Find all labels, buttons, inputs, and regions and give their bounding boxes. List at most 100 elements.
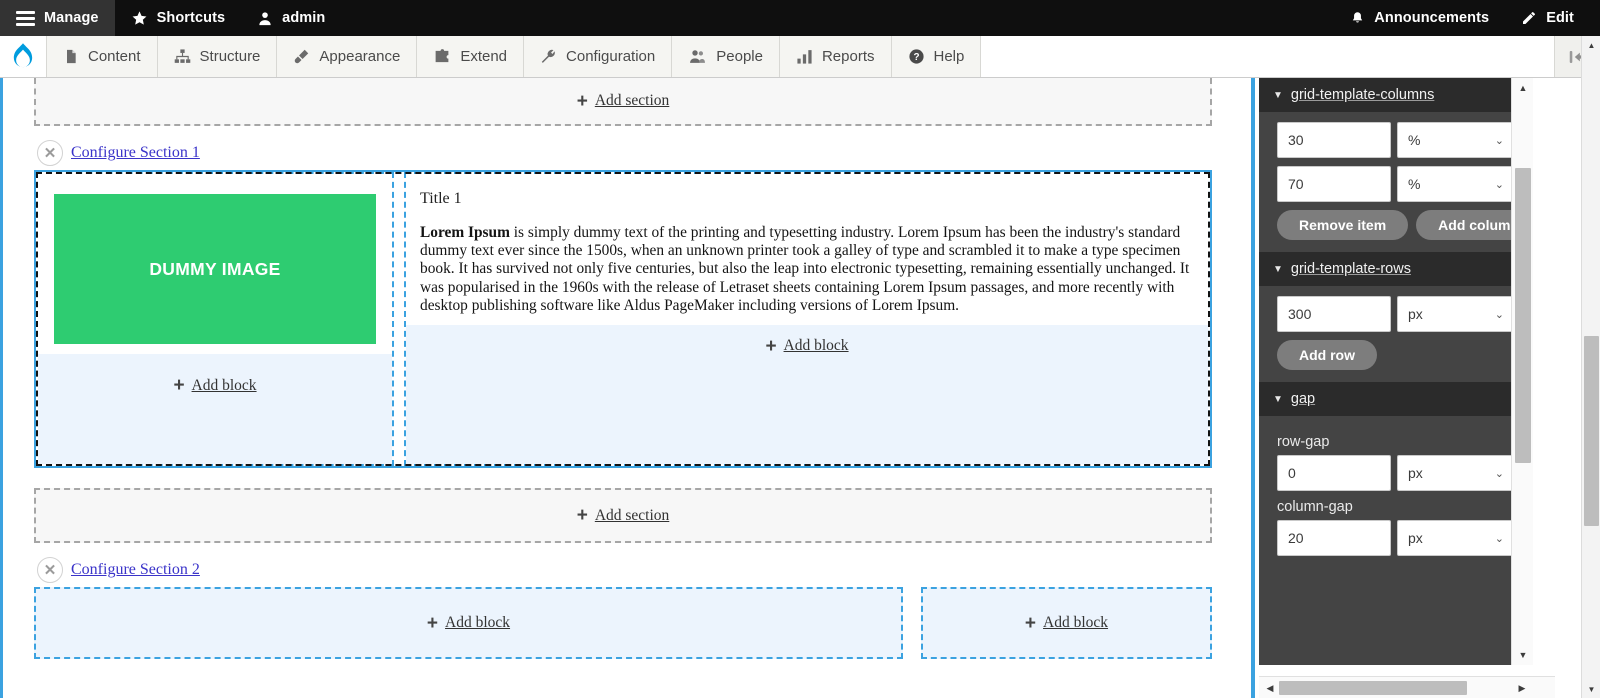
page-scroll-up-arrow-icon[interactable]: ▲	[1582, 36, 1600, 54]
text-block-rest: is simply dummy text of the printing and…	[420, 224, 1189, 314]
puzzle-icon	[433, 48, 451, 65]
column-gap-unit-select[interactable]: px ⌄	[1397, 520, 1515, 556]
add-section-row-0[interactable]: + Add section	[34, 78, 1212, 126]
offcanvas-hscroll-thumb[interactable]	[1279, 681, 1467, 695]
add-section-link-1[interactable]: + Add section	[577, 506, 670, 525]
menu-item-content[interactable]: Content	[46, 36, 157, 77]
menu-item-appearance-label: Appearance	[319, 48, 400, 65]
group-title-gap: gap	[1291, 391, 1315, 407]
toolbar-shortcuts-button[interactable]: Shortcuts	[115, 0, 242, 36]
row-gap-unit-value: px	[1408, 465, 1423, 481]
rows-value-input-0[interactable]	[1277, 296, 1391, 332]
columns-value-input-0[interactable]	[1277, 122, 1391, 158]
paintbrush-icon	[293, 48, 310, 65]
menu-tray-filler	[980, 36, 1554, 77]
add-section-link-0[interactable]: + Add section	[577, 92, 670, 111]
add-section-row-1[interactable]: + Add section	[34, 488, 1212, 543]
page-vertical-scrollbar[interactable]: ▲ ▼	[1581, 36, 1600, 698]
offcanvas-vertical-scrollbar[interactable]: ▲ ▼	[1511, 78, 1533, 665]
configure-section-1-link[interactable]: Configure Section 1	[71, 144, 200, 162]
toolbar-manage-button[interactable]: Manage	[0, 0, 115, 36]
group-header-grid-template-rows[interactable]: ▼ grid-template-rows	[1259, 252, 1533, 286]
plus-icon: +	[577, 92, 588, 111]
toolbar-right-group: Announcements Edit	[1334, 0, 1600, 36]
plus-icon: +	[765, 337, 776, 356]
section-1-region-first[interactable]: DUMMY IMAGE + Add block	[36, 172, 394, 466]
section-1[interactable]: DUMMY IMAGE + Add block Title 1 Lorem Ip…	[34, 170, 1212, 468]
menu-item-extend[interactable]: Extend	[416, 36, 523, 77]
rows-unit-select-0[interactable]: px ⌄	[1397, 296, 1515, 332]
pencil-icon	[1521, 10, 1537, 26]
add-block-link-s2-second[interactable]: + Add block	[1025, 614, 1108, 633]
menu-item-reports-label: Reports	[822, 48, 875, 65]
rows-button-row: Add row	[1277, 340, 1515, 370]
toolbar-edit-button[interactable]: Edit	[1505, 0, 1600, 36]
menu-item-configuration[interactable]: Configuration	[523, 36, 671, 77]
section-1-region-first-body: DUMMY IMAGE	[38, 174, 392, 354]
section-1-region-second[interactable]: Title 1 Lorem Ipsum is simply dummy text…	[404, 172, 1210, 466]
text-block-body: Lorem Ipsum is simply dummy text of the …	[420, 224, 1194, 315]
section-2[interactable]: + Add block + Add block	[34, 587, 1212, 659]
caret-down-icon: ▼	[1273, 264, 1283, 275]
section-2-region-second[interactable]: + Add block	[921, 587, 1212, 659]
rows-row-0: px ⌄	[1277, 296, 1515, 332]
toolbar-announcements-label: Announcements	[1374, 10, 1489, 26]
toolbar-user-button[interactable]: admin	[241, 0, 341, 36]
drupal-logo[interactable]	[0, 36, 46, 77]
user-icon	[257, 10, 273, 27]
configure-section-2-link[interactable]: Configure Section 2	[71, 561, 200, 579]
menu-item-extend-label: Extend	[460, 48, 507, 65]
plus-icon: +	[427, 614, 438, 633]
question-circle-icon: ?	[908, 48, 925, 65]
columns-button-row: Remove item Add column	[1277, 210, 1515, 240]
menu-item-help[interactable]: ? Help	[891, 36, 981, 77]
add-row-button[interactable]: Add row	[1277, 340, 1377, 370]
column-gap-row: px ⌄	[1277, 520, 1515, 556]
svg-text:?: ?	[913, 52, 919, 63]
scroll-down-arrow-icon[interactable]: ▼	[1512, 645, 1533, 665]
columns-unit-select-1[interactable]: % ⌄	[1397, 166, 1515, 202]
sitemap-icon	[174, 48, 191, 65]
offcanvas-vscroll-thumb[interactable]	[1515, 168, 1531, 463]
add-block-link-s1-first[interactable]: + Add block	[173, 376, 256, 395]
menu-item-reports[interactable]: Reports	[779, 36, 891, 77]
page-scroll-down-arrow-icon[interactable]: ▼	[1582, 680, 1600, 698]
group-header-grid-template-columns[interactable]: ▼ grid-template-columns	[1259, 78, 1533, 112]
menu-item-structure[interactable]: Structure	[157, 36, 277, 77]
columns-value-input-1[interactable]	[1277, 166, 1391, 202]
remove-section-2-button[interactable]: ✕	[37, 557, 63, 583]
page-vscroll-thumb[interactable]	[1584, 336, 1599, 526]
section-1-region-first-footer: + Add block	[38, 354, 392, 464]
row-gap-label: row-gap	[1277, 434, 1515, 450]
columns-unit-select-0[interactable]: % ⌄	[1397, 122, 1515, 158]
toolbar-announcements-button[interactable]: Announcements	[1334, 0, 1505, 36]
remove-section-1-button[interactable]: ✕	[37, 140, 63, 166]
offcanvas-settings-dialog: ▼ grid-template-columns % ⌄ % ⌄ Remove i…	[1251, 78, 1551, 698]
caret-down-icon: ▼	[1273, 90, 1283, 101]
text-block-title: Title 1	[420, 190, 1194, 208]
menu-item-content-label: Content	[88, 48, 141, 65]
offcanvas-scroll-pane: ▼ grid-template-columns % ⌄ % ⌄ Remove i…	[1259, 78, 1533, 665]
dummy-image-block[interactable]: DUMMY IMAGE	[54, 194, 376, 344]
scroll-up-arrow-icon[interactable]: ▲	[1512, 78, 1533, 98]
wrench-icon	[540, 48, 557, 65]
offcanvas-horizontal-scrollbar[interactable]: ◀ ▶	[1259, 676, 1555, 698]
group-header-gap[interactable]: ▼ gap	[1259, 382, 1533, 416]
column-gap-value-input[interactable]	[1277, 520, 1391, 556]
section-1-region-second-footer: + Add block	[406, 325, 1208, 464]
scroll-left-arrow-icon[interactable]: ◀	[1259, 678, 1281, 698]
toolbar-user-label: admin	[282, 10, 325, 26]
remove-item-button[interactable]: Remove item	[1277, 210, 1408, 240]
toolbar-edit-label: Edit	[1546, 10, 1574, 26]
scroll-right-arrow-icon[interactable]: ▶	[1511, 678, 1533, 698]
add-block-link-s2-first[interactable]: + Add block	[427, 614, 510, 633]
row-gap-unit-select[interactable]: px ⌄	[1397, 455, 1515, 491]
drupal-drop-icon	[12, 43, 34, 71]
group-body-gap: row-gap px ⌄ column-gap px ⌄	[1259, 416, 1533, 576]
row-gap-value-input[interactable]	[1277, 455, 1391, 491]
add-block-link-s1-second[interactable]: + Add block	[765, 337, 848, 356]
menu-item-people[interactable]: People	[671, 36, 779, 77]
document-icon	[63, 48, 79, 65]
section-2-region-first[interactable]: + Add block	[34, 587, 903, 659]
menu-item-appearance[interactable]: Appearance	[276, 36, 416, 77]
